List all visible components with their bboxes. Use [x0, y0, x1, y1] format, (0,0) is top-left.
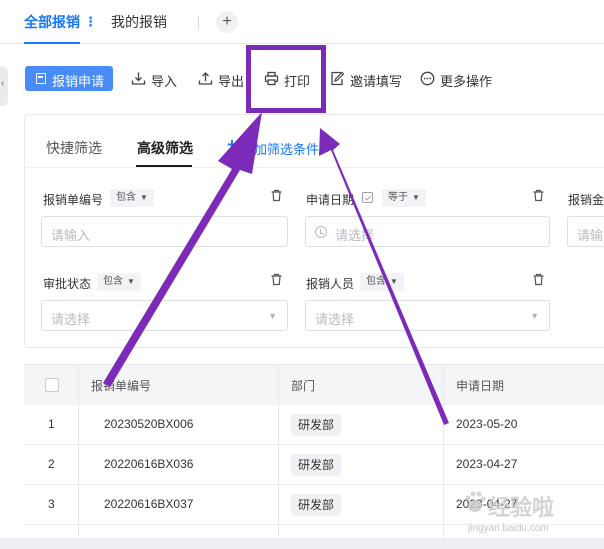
column-header-expense-number[interactable]: 报销单编号	[91, 377, 151, 394]
filter-label-approval-status: 审批状态	[43, 277, 92, 291]
paw-logo-icon	[465, 491, 486, 512]
export-icon	[198, 72, 213, 85]
delete-filter-icon[interactable]	[532, 189, 545, 202]
expense-app: 全部报销 ⋮ 我的报销 + ‹ 报销申请 导入 导出 打印 邀请填写 更多操作 …	[0, 0, 604, 549]
tab-my-expenses[interactable]: 我的报销	[111, 13, 167, 31]
approval-status-select[interactable]: 请选择 ▼	[41, 300, 288, 331]
expense-amount-placeholder: 请输入	[577, 228, 604, 243]
clock-icon	[315, 226, 327, 238]
caret-down-icon: ▼	[140, 193, 148, 202]
filter-label-claimant: 报销人员	[306, 277, 355, 291]
delete-filter-icon[interactable]	[270, 189, 283, 202]
view-tabs: 全部报销 ⋮ 我的报销 +	[0, 0, 604, 44]
table-header: 报销单编号 部门 申请日期	[24, 365, 604, 405]
chevron-left-icon: ‹	[1, 78, 5, 89]
apply-date-picker[interactable]: 请选择	[305, 216, 550, 247]
add-tab-button[interactable]: +	[216, 11, 238, 33]
operator-value: 包含	[366, 276, 386, 287]
add-filter-condition-label: 添加筛选条件	[241, 142, 320, 157]
department-tag: 研发部	[291, 494, 342, 516]
table-row[interactable]: 1 20230520BX006 研发部 2023-05-20	[24, 405, 604, 445]
apply-date-cell: 2023-04-27	[456, 457, 518, 471]
operator-select-apply-date[interactable]: 等于 ▼	[382, 189, 426, 207]
calendar-check-icon	[362, 192, 373, 203]
import-label: 导入	[151, 74, 178, 89]
operator-value: 包含	[116, 192, 136, 203]
expense-number-cell: 20230520BX006	[104, 417, 194, 431]
caret-down-icon: ▼	[412, 193, 420, 202]
tab-all-expenses[interactable]: 全部报销	[24, 13, 80, 31]
row-index: 2	[48, 457, 55, 471]
operator-select-approval-status[interactable]: 包含 ▼	[97, 273, 141, 291]
watermark-text: 经验啦	[488, 495, 555, 520]
table-row[interactable]: 2 20220616BX036 研发部 2023-04-27	[24, 445, 604, 485]
caret-down-icon: ▼	[530, 311, 539, 321]
claimant-select[interactable]: 请选择 ▼	[305, 300, 550, 331]
column-header-department[interactable]: 部门	[291, 377, 315, 394]
expense-number-cell: 20220616BX037	[104, 497, 194, 511]
expense-number-cell: 20220616BX036	[104, 457, 194, 471]
row-index: 3	[48, 497, 55, 511]
watermark-url: jingyan.baidu.com	[468, 523, 549, 534]
import-icon	[131, 72, 146, 85]
operator-select-claimant[interactable]: 包含 ▼	[360, 273, 404, 291]
select-all-checkbox[interactable]	[45, 378, 59, 392]
sidebar-collapse-handle[interactable]: ‹	[0, 66, 8, 106]
caret-down-icon: ▼	[390, 277, 398, 286]
more-actions-label: 更多操作	[440, 74, 493, 89]
caret-down-icon: ▼	[268, 311, 277, 321]
new-expense-label: 报销申请	[52, 74, 105, 89]
active-tab-indicator	[24, 42, 80, 44]
expense-number-placeholder: 请输入	[51, 228, 91, 243]
operator-value: 包含	[103, 276, 123, 287]
tab-advanced-filter[interactable]: 高级筛选	[137, 138, 193, 158]
column-divider	[78, 365, 79, 539]
column-divider	[278, 365, 279, 539]
caret-down-icon: ▼	[127, 277, 135, 286]
edit-form-icon	[331, 71, 345, 86]
apply-date-cell: 2023-05-20	[456, 417, 518, 431]
filter-tabs-divider	[24, 167, 604, 168]
plus-icon: +	[227, 135, 237, 154]
column-divider	[443, 365, 444, 539]
document-icon	[36, 73, 46, 84]
apply-date-placeholder: 请选择	[335, 228, 375, 243]
annotation-highlight-box	[246, 45, 326, 113]
operator-select-expense-number[interactable]: 包含 ▼	[110, 189, 154, 207]
department-tag: 研发部	[291, 454, 342, 476]
tab-quick-filter[interactable]: 快捷筛选	[46, 138, 102, 158]
column-header-apply-date[interactable]: 申请日期	[456, 377, 504, 394]
department-tag: 研发部	[291, 414, 342, 436]
delete-filter-icon[interactable]	[270, 273, 283, 286]
operator-value: 等于	[388, 192, 408, 203]
filter-label-apply-date: 申请日期	[306, 193, 355, 207]
invite-fill-label: 邀请填写	[350, 74, 403, 89]
filter-label-expense-number: 报销单编号	[43, 193, 104, 207]
row-index: 1	[48, 417, 55, 431]
expense-number-input[interactable]: 请输入	[41, 216, 288, 247]
approval-status-placeholder: 请选择	[51, 312, 91, 327]
more-dots-icon	[420, 71, 435, 86]
tab-divider	[198, 16, 199, 30]
watermark: 经验啦 jingyan.baidu.com	[462, 486, 598, 542]
tab-options-icon[interactable]: ⋮	[84, 14, 97, 30]
delete-filter-icon[interactable]	[532, 273, 545, 286]
claimant-placeholder: 请选择	[315, 312, 355, 327]
export-label: 导出	[218, 74, 245, 89]
new-expense-button[interactable]: 报销申请	[25, 66, 113, 91]
filter-label-expense-amount: 报销金	[568, 193, 604, 207]
expense-amount-input[interactable]: 请输入	[567, 216, 604, 247]
